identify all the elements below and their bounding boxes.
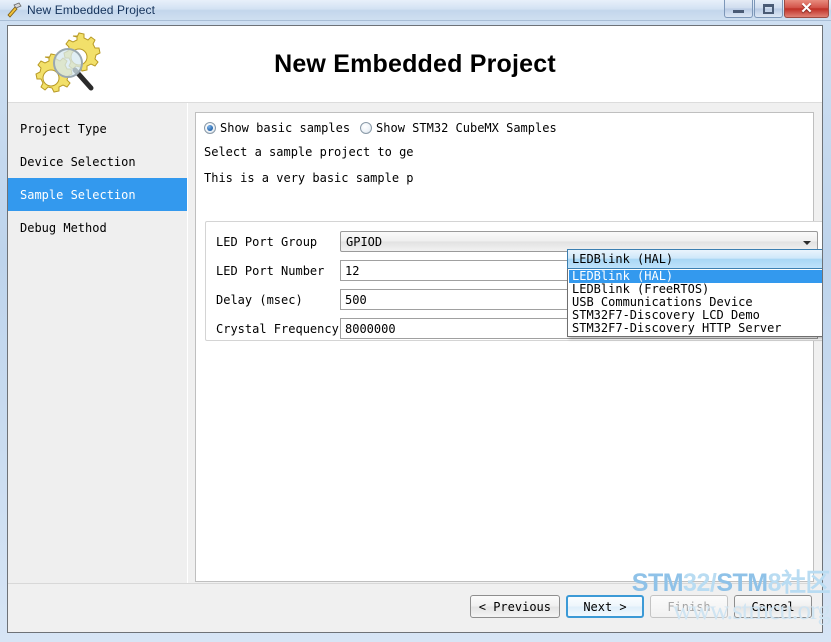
radio-show-cubemx-samples[interactable] [360, 122, 373, 134]
wizard-button-row: < Previous Next > Finish Cancel [469, 595, 812, 618]
sidebar-item-project-type[interactable]: Project Type [8, 112, 187, 145]
window-titlebar: New Embedded Project ✕ [0, 0, 831, 21]
maximize-button[interactable] [754, 0, 783, 18]
wizard-banner: New Embedded Project [8, 26, 822, 103]
sidebar-item-sample-selection[interactable]: Sample Selection [8, 178, 187, 211]
minimize-button[interactable] [724, 0, 753, 18]
finish-button: Finish [650, 595, 728, 618]
cancel-button[interactable]: Cancel [734, 595, 812, 618]
sidebar-item-device-selection[interactable]: Device Selection [8, 145, 187, 178]
wizard-step-sidebar: Project Type Device Selection Sample Sel… [8, 103, 188, 632]
input-delay-value: 500 [345, 292, 367, 307]
sample-project-selected-value: LEDBlink (HAL) [572, 252, 674, 266]
instruction-text-line-2: This is a very basic sample p [204, 171, 414, 185]
sidebar-item-label: Project Type [20, 121, 107, 136]
radio-label-basic-samples: Show basic samples [220, 121, 351, 135]
application-window: New Embedded Project ✕ New Embedded Proj… [0, 0, 831, 642]
sample-project-combobox-field[interactable]: LEDBlink (HAL) [567, 249, 822, 269]
sample-project-combobox[interactable]: LEDBlink (HAL) LEDBlink (HAL) LEDBlink (… [567, 249, 822, 337]
sample-project-option-list: LEDBlink (HAL) LEDBlink (FreeRTOS) USB C… [567, 269, 822, 337]
next-button[interactable]: Next > [566, 595, 644, 618]
chevron-down-icon [803, 241, 811, 245]
sidebar-item-label: Device Selection [20, 154, 136, 169]
minimize-icon [733, 10, 744, 13]
radio-label-cubemx-samples: Show STM32 CubeMX Samples [376, 121, 557, 135]
page-title: New Embedded Project [274, 50, 556, 78]
dialog-footer: < Previous Next > Finish Cancel [8, 583, 822, 632]
label-crystal-frequency: Crystal Frequency [216, 321, 339, 336]
sidebar-item-label: Debug Method [20, 220, 107, 235]
main-content-panel: Show basic samples Show STM32 CubeMX Sam… [195, 112, 822, 582]
label-delay: Delay (msec) [216, 292, 303, 307]
close-button[interactable]: ✕ [784, 0, 829, 18]
wizard-dialog: New Embedded Project Project Type Device… [7, 25, 823, 633]
input-crystal-frequency-value: 8000000 [345, 321, 396, 336]
combo-led-port-group-value: GPIOD [346, 234, 383, 249]
maximize-icon [763, 3, 774, 14]
sidebar-item-label: Sample Selection [20, 187, 136, 202]
window-title: New Embedded Project [27, 3, 156, 17]
sidebar-item-debug-method[interactable]: Debug Method [8, 211, 187, 244]
input-led-port-number-value: 12 [345, 263, 360, 278]
hammer-icon [5, 2, 23, 18]
label-led-port-group: LED Port Group [216, 234, 318, 249]
previous-button[interactable]: < Previous [469, 595, 560, 618]
radio-show-basic-samples[interactable] [204, 122, 216, 134]
label-led-port-number: LED Port Number [216, 263, 325, 278]
list-item[interactable]: STM32F7-Discovery HTTP Server [569, 322, 822, 335]
sample-source-radio-group: Show basic samples Show STM32 CubeMX Sam… [204, 121, 567, 135]
close-icon: ✕ [800, 0, 813, 17]
instruction-text-line-1: Select a sample project to ge [204, 145, 414, 159]
window-controls: ✕ [723, 0, 829, 19]
